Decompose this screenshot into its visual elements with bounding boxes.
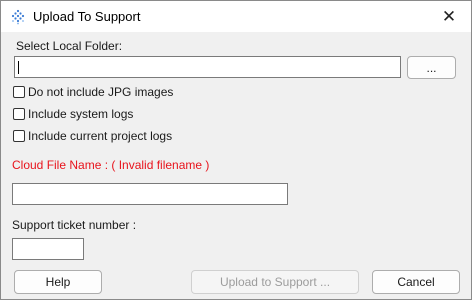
option-system-logs[interactable]: Include system logs xyxy=(13,107,133,121)
upload-to-support-button[interactable]: Upload to Support ... xyxy=(191,270,359,294)
system-logs-checkbox[interactable] xyxy=(13,108,25,120)
option-no-jpg[interactable]: Do not include JPG images xyxy=(13,85,173,99)
help-button-label: Help xyxy=(45,275,71,289)
close-button[interactable]: ✕ xyxy=(427,1,471,32)
no-jpg-label: Do not include JPG images xyxy=(28,85,174,99)
cloud-file-name-label: Cloud File Name : ( Invalid filename ) xyxy=(12,158,210,172)
upload-to-support-dialog: Upload To Support ✕ Select Local Folder:… xyxy=(0,0,472,300)
text-caret xyxy=(18,61,19,74)
app-diamond-icon xyxy=(11,9,25,25)
upload-button-label: Upload to Support ... xyxy=(219,275,331,289)
ticket-number-input[interactable] xyxy=(12,238,84,260)
cancel-button-label: Cancel xyxy=(397,275,435,289)
no-jpg-checkbox[interactable] xyxy=(13,86,25,98)
help-button[interactable]: Help xyxy=(14,270,102,294)
system-logs-label: Include system logs xyxy=(28,107,134,121)
browse-folder-button[interactable]: ... xyxy=(407,56,456,79)
option-project-logs[interactable]: Include current project logs xyxy=(13,129,172,143)
window-title: Upload To Support xyxy=(33,9,141,24)
title-bar: Upload To Support ✕ xyxy=(1,1,471,32)
ticket-number-label: Support ticket number : xyxy=(12,218,137,232)
folder-path-input[interactable] xyxy=(14,56,401,78)
cloud-file-name-input[interactable] xyxy=(12,183,288,205)
cancel-button[interactable]: Cancel xyxy=(372,270,460,294)
select-folder-label: Select Local Folder: xyxy=(16,39,123,53)
close-icon: ✕ xyxy=(441,6,457,26)
browse-button-label: ... xyxy=(426,60,437,75)
project-logs-label: Include current project logs xyxy=(28,129,173,143)
project-logs-checkbox[interactable] xyxy=(13,130,25,142)
